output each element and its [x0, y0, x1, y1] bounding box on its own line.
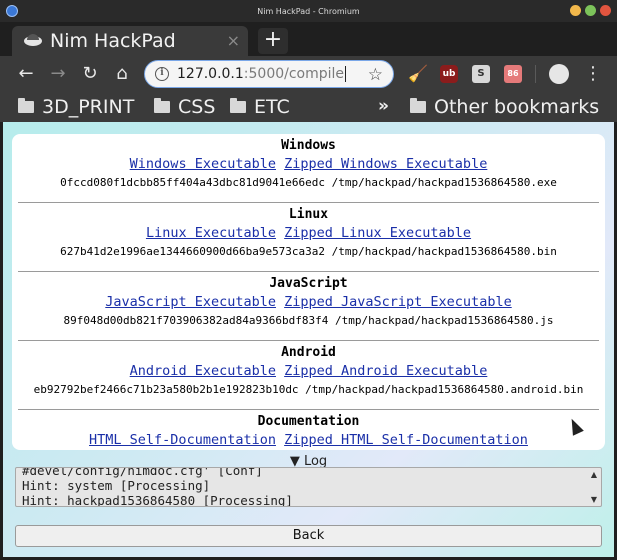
section-title: Documentation	[257, 414, 360, 429]
menu-kebab-icon[interactable]: ⋮	[584, 62, 602, 86]
folder-icon	[18, 98, 34, 113]
window-controls	[570, 5, 611, 16]
bookmark-folder-etc[interactable]: ETC	[230, 96, 290, 118]
scroll-down-arrow-icon[interactable]: ▼	[591, 495, 597, 504]
zipped-javascript-executable-link[interactable]: Zipped JavaScript Executable	[284, 294, 512, 310]
reload-icon[interactable]: ↻	[78, 62, 102, 86]
nim-crown-icon	[24, 34, 42, 48]
bookmark-folder-other[interactable]: Other bookmarks	[410, 96, 599, 118]
section-documentation: Documentation HTML Self-Documentation Zi…	[12, 410, 605, 450]
forward-arrow-icon[interactable]: →	[46, 62, 70, 86]
text-caret	[345, 66, 347, 82]
folder-icon	[410, 98, 426, 113]
section-title: Android	[281, 345, 336, 360]
tab-strip: Nim HackPad × +	[0, 22, 617, 56]
bookmark-label: 3D_PRINT	[42, 96, 135, 118]
bookmarks-overflow-chevron-icon[interactable]: »	[378, 96, 389, 116]
section-links: Android Executable Zipped Android Execut…	[12, 363, 605, 379]
section-linux: Linux Linux Executable Zipped Linux Exec…	[12, 203, 605, 272]
android-executable-link[interactable]: Android Executable	[130, 363, 276, 379]
bookmark-label: ETC	[254, 96, 290, 118]
zipped-windows-executable-link[interactable]: Zipped Windows Executable	[284, 156, 487, 172]
section-android: Android Android Executable Zipped Androi…	[12, 341, 605, 410]
minimize-button[interactable]	[570, 5, 581, 16]
home-icon[interactable]: ⌂	[110, 62, 134, 86]
bookmark-folder-css[interactable]: CSS	[154, 96, 215, 118]
log-textarea[interactable]: #devel/config/nimdoc.cfg' [Conf] Hint: sy…	[15, 467, 602, 507]
zipped-android-executable-link[interactable]: Zipped Android Executable	[284, 363, 487, 379]
new-tab-button[interactable]: +	[258, 28, 288, 54]
folder-icon	[230, 98, 246, 113]
bookmark-label: Other bookmarks	[434, 96, 600, 118]
section-title: Windows	[281, 138, 336, 153]
bookmark-folder-3d-print[interactable]: 3D_PRINT	[18, 96, 134, 118]
javascript-executable-link[interactable]: JavaScript Executable	[105, 294, 276, 310]
zipped-html-self-documentation-link[interactable]: Zipped HTML Self-Documentation	[284, 432, 528, 448]
section-title: JavaScript	[269, 276, 348, 291]
section-links: Linux Executable Zipped Linux Executable	[12, 225, 605, 241]
s-extension-icon[interactable]: S	[472, 65, 490, 83]
results-card[interactable]: Windows Windows Executable Zipped Window…	[12, 134, 605, 450]
tab-title: Nim HackPad	[50, 30, 176, 52]
bookmark-label: CSS	[178, 96, 216, 118]
tab-nim-hackpad[interactable]: Nim HackPad ×	[12, 26, 248, 56]
scroll-up-arrow-icon[interactable]: ▲	[591, 470, 597, 479]
log-lines: #devel/config/nimdoc.cfg' [Conf] Hint: sy…	[22, 467, 293, 507]
window-titlebar: Nim HackPad - Chromium	[0, 0, 617, 22]
browser-toolbar: ← → ↻ ⌂ i 127.0.0.1:5000/compile ☆ 🧹 ub …	[0, 56, 617, 92]
sha1-hash-line: 0fccd080f1dcbb85ff404a43dbc81d9041e66edc…	[60, 176, 557, 189]
profile-avatar-icon[interactable]	[549, 64, 569, 84]
window-title: Nim HackPad - Chromium	[257, 6, 360, 16]
folder-icon	[154, 98, 170, 113]
sha1-hash-line: 627b41d2e1996ae1344660900d66ba9e573ca3a2…	[60, 245, 557, 258]
section-windows: Windows Windows Executable Zipped Window…	[12, 134, 605, 203]
section-javascript: JavaScript JavaScript Executable Zipped …	[12, 272, 605, 341]
address-bar[interactable]: i 127.0.0.1:5000/compile ☆	[144, 60, 394, 88]
back-button[interactable]: Back	[15, 525, 602, 547]
close-window-button[interactable]	[600, 5, 611, 16]
log-line: Hint: hackpad1536864580 [Processing]	[22, 493, 293, 507]
url-host: 127.0.0.1	[177, 66, 244, 82]
sha1-hash-line: eb92792bef2466c71b23a580b2b1e192823b10dc…	[33, 383, 584, 396]
tab-close-icon[interactable]: ×	[227, 31, 240, 50]
section-links: JavaScript Executable Zipped JavaScript …	[12, 294, 605, 310]
windows-executable-link[interactable]: Windows Executable	[130, 156, 276, 172]
bookmark-star-icon[interactable]: ☆	[368, 65, 383, 85]
site-info-icon[interactable]: i	[155, 67, 169, 81]
ublock-extension-icon[interactable]: ub	[440, 65, 458, 83]
linux-executable-link[interactable]: Linux Executable	[146, 225, 276, 241]
section-title: Linux	[288, 207, 329, 222]
maximize-button[interactable]	[585, 5, 596, 16]
bookmarks-bar: 3D_PRINT CSS ETC » Other bookmarks	[0, 92, 617, 122]
broom-extension-icon[interactable]: 🧹	[408, 65, 428, 83]
back-arrow-icon[interactable]: ←	[14, 62, 38, 86]
log-line: Hint: system [Processing]	[22, 478, 211, 493]
page-content: Windows Windows Executable Zipped Window…	[3, 122, 614, 557]
html-self-documentation-link[interactable]: HTML Self-Documentation	[89, 432, 276, 448]
zipped-linux-executable-link[interactable]: Zipped Linux Executable	[284, 225, 471, 241]
section-links: Windows Executable Zipped Windows Execut…	[12, 156, 605, 172]
section-links: HTML Self-Documentation Zipped HTML Self…	[12, 432, 605, 448]
log-line: #devel/config/nimdoc.cfg' [Conf]	[22, 467, 263, 478]
image-extension-icon[interactable]: 86	[504, 65, 522, 83]
toolbar-separator	[535, 65, 536, 83]
sha1-hash-line: 89f048d00db821f703906382ad84a9366bdf83f4…	[63, 314, 554, 327]
url-path: :5000/compile	[243, 66, 345, 82]
chromium-app-icon	[6, 5, 18, 17]
